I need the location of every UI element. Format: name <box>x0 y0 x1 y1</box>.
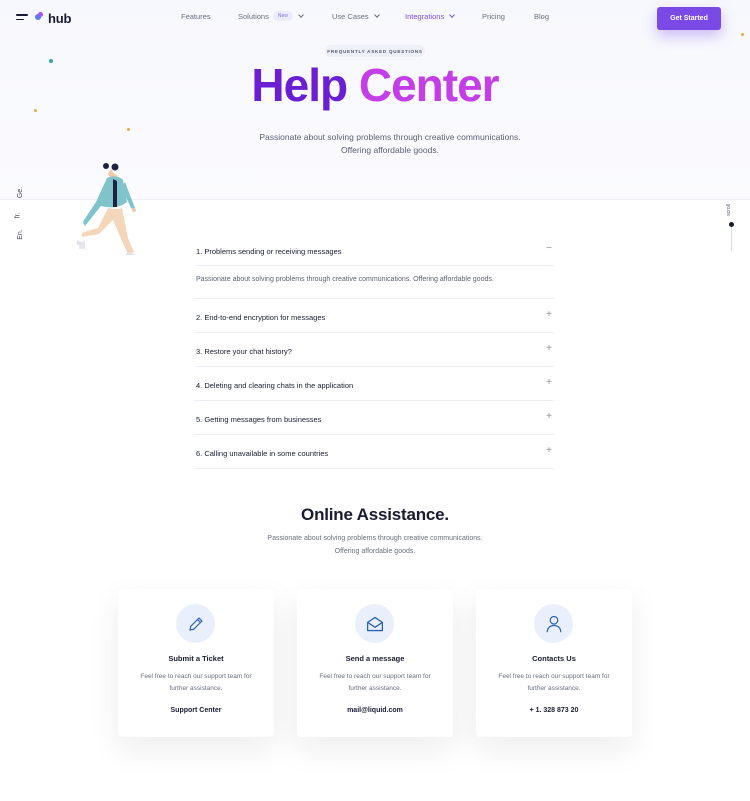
pencil-icon <box>176 604 215 643</box>
faq-answer-panel: Passionate about solving problems throug… <box>194 266 554 299</box>
faq-item-6[interactable]: 6. Calling unavailable in some countries… <box>194 435 554 469</box>
running-woman-illustration <box>76 163 136 255</box>
nav-item-label: Blog <box>534 12 550 21</box>
faq-question: 5. Getting messages from businesses <box>196 415 322 424</box>
scroll-label: scroll <box>725 204 732 216</box>
card-title: Submit a Ticket <box>168 654 224 663</box>
nav-item-pricing[interactable]: Pricing <box>482 12 505 21</box>
nav-item-blog[interactable]: Blog <box>534 12 549 21</box>
nav-item-label: Pricing <box>482 12 505 21</box>
brand-logo[interactable]: hub <box>35 9 71 27</box>
card-title: Contacts Us <box>532 654 576 663</box>
assistance-title: Online Assistance. <box>301 505 449 524</box>
hero-subtitle: Passionate about solving problems throug… <box>259 132 521 155</box>
get-started-button[interactable]: Get Started <box>657 7 721 30</box>
faq-item-5[interactable]: 5. Getting messages from businesses + <box>194 401 554 435</box>
chevron-down-icon <box>449 12 456 18</box>
faq-answer: Passionate about solving problems throug… <box>196 276 494 283</box>
faq-item-3[interactable]: 3. Restore your chat history? + <box>194 333 554 367</box>
title-word-2: Center <box>358 59 500 111</box>
support-card-ticket: Submit a Ticket Feel free to reach our s… <box>118 589 274 737</box>
faq-question: 4. Deleting and clearing chats in the ap… <box>196 381 354 390</box>
nav-item-use-cases[interactable]: Use Cases <box>332 12 380 21</box>
nav-item-label: Use Cases <box>332 12 369 21</box>
phone-link[interactable]: + 1. 328 873 20 <box>476 707 632 714</box>
card-text: Feel free to reach our support team for … <box>498 673 610 692</box>
assistance-subtitle-line: Offering affordable goods. <box>334 547 416 555</box>
email-link[interactable]: mail@liquid.com <box>297 707 453 714</box>
faq-eyebrow-badge: FREQUENTLY ASKED QUESTIONS <box>325 45 425 57</box>
chevron-down-icon <box>298 11 304 18</box>
scroll-indicator[interactable]: scroll <box>725 203 737 253</box>
card-title: Send a message <box>345 654 405 663</box>
faq-question: 3. Restore your chat history? <box>196 347 292 356</box>
faq-item-1[interactable]: 1. Problems sending or receiving message… <box>194 233 554 266</box>
faq-question: 2. End-to-end encryption for messages <box>196 313 326 322</box>
expand-plus-icon[interactable]: + <box>546 445 552 456</box>
logo-mark-icon <box>35 12 45 24</box>
nav-item-label: Features <box>181 12 211 21</box>
faq-item-4[interactable]: 4. Deleting and clearing chats in the ap… <box>194 367 554 401</box>
envelope-icon <box>355 604 394 643</box>
top-navbar: hub Features Solutions New Use Cases Int… <box>0 0 750 36</box>
nav-item-label: Integrations <box>405 12 445 21</box>
support-card-message: Send a message Feel free to reach our su… <box>297 589 453 737</box>
title-word-1: Help <box>251 59 348 111</box>
faq-question: 1. Problems sending or receiving message… <box>196 247 342 256</box>
expand-plus-icon[interactable]: + <box>546 309 552 320</box>
expand-plus-icon[interactable]: + <box>546 377 552 388</box>
faq-question: 6. Calling unavailable in some countries <box>196 449 329 458</box>
card-text: Feel free to reach our support team for … <box>140 673 252 692</box>
nav-item-solutions[interactable]: Solutions New <box>238 11 304 21</box>
page-title: Help Center <box>0 58 750 112</box>
support-center-link[interactable]: Support Center <box>118 707 274 714</box>
faq-item-2[interactable]: 2. End-to-end encryption for messages + <box>194 299 554 333</box>
language-english[interactable]: En. <box>17 229 24 240</box>
chevron-down-icon <box>373 12 380 18</box>
nav-item-features[interactable]: Features <box>181 12 211 21</box>
nav-item-label: Solutions <box>238 11 269 21</box>
assistance-subtitle: Passionate about solving problems throug… <box>255 533 495 558</box>
expand-plus-icon[interactable]: + <box>546 411 552 422</box>
decor-dot <box>741 33 744 36</box>
user-icon <box>534 604 573 643</box>
decor-dot <box>127 128 130 131</box>
nav-item-integrations[interactable]: Integrations <box>405 12 456 21</box>
expand-plus-icon[interactable]: + <box>546 343 552 354</box>
assistance-subtitle-line: Passionate about solving problems throug… <box>267 535 483 542</box>
scroll-knob <box>729 222 734 227</box>
card-text: Feel free to reach our support team for … <box>319 673 431 692</box>
language-french[interactable]: fr. <box>14 213 21 219</box>
scroll-track <box>731 225 732 251</box>
faq-accordion: 1. Problems sending or receiving message… <box>194 233 554 469</box>
brand-name: hub <box>48 10 72 26</box>
menu-icon[interactable] <box>16 14 28 22</box>
collapse-minus-icon[interactable]: − <box>546 243 552 254</box>
support-card-contacts: Contacts Us Feel free to reach our suppo… <box>476 589 632 737</box>
language-german[interactable]: Ge. <box>17 187 24 198</box>
new-badge: New <box>272 11 293 21</box>
